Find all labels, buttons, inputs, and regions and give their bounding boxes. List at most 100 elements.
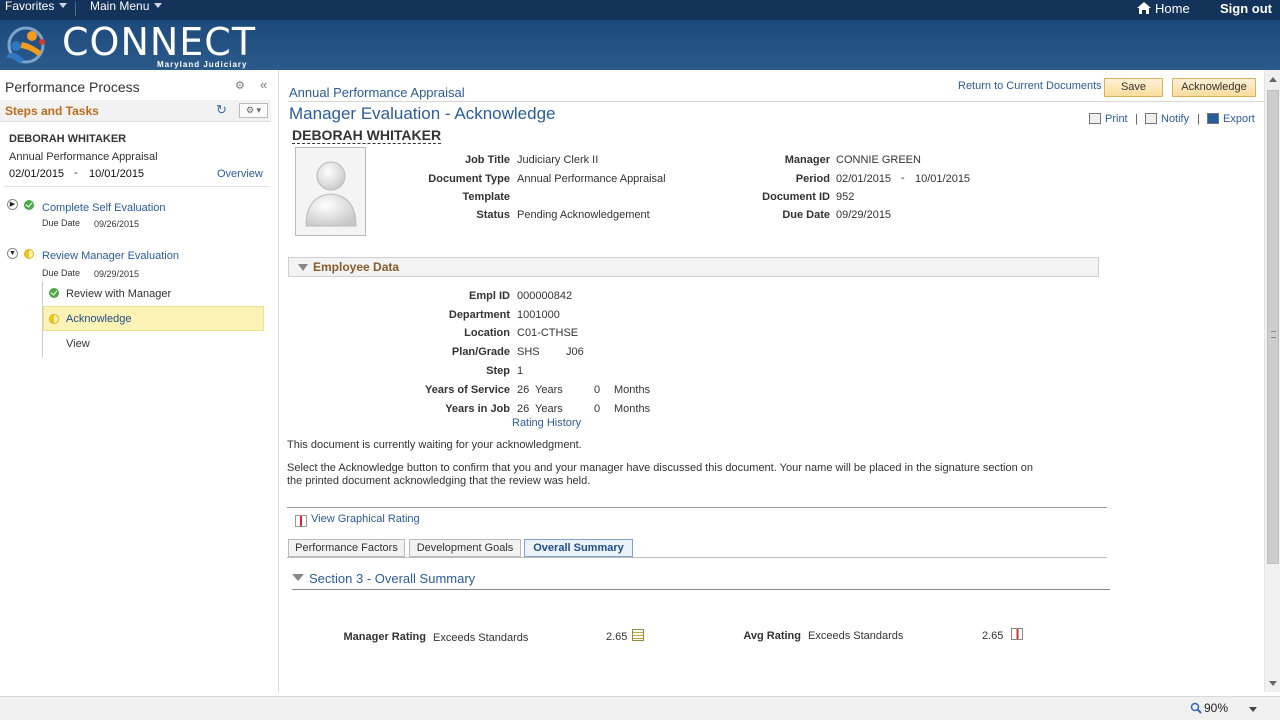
manager-label: Manager bbox=[784, 154, 830, 166]
location-label: Location bbox=[464, 327, 510, 339]
vertical-scrollbar[interactable] bbox=[1264, 70, 1280, 692]
connect-logo-icon bbox=[6, 26, 45, 64]
manager-rating-score: 2.65 bbox=[606, 631, 628, 643]
menu-divider bbox=[75, 2, 76, 16]
favorites-menu[interactable]: Favorites bbox=[5, 0, 68, 20]
steps-header-label: Steps and Tasks bbox=[5, 104, 99, 118]
avg-rating-score: 2.65 bbox=[982, 630, 1004, 642]
gear-icon[interactable]: ⚙ bbox=[235, 79, 245, 92]
home-link[interactable]: Home bbox=[1136, 1, 1190, 16]
section-title: Section 3 - Overall Summary bbox=[309, 571, 476, 586]
document-id-value: 952 bbox=[836, 191, 855, 203]
yij-months-value: 0 bbox=[594, 403, 601, 415]
logo-subtitle: Maryland Judiciary bbox=[157, 60, 248, 69]
collapse-step-icon[interactable]: ▼ bbox=[7, 248, 18, 259]
avg-rating-value: Exceeds Standards bbox=[808, 630, 904, 642]
sign-out-link[interactable]: Sign out bbox=[1220, 1, 1272, 16]
browser-status-bar: 90% bbox=[0, 696, 1280, 720]
zoom-control[interactable]: 90% bbox=[1190, 701, 1228, 715]
performance-process-panel: Performance Process ⚙ « Steps and Tasks … bbox=[0, 70, 279, 692]
printer-icon bbox=[1089, 113, 1101, 124]
grade-value: J06 bbox=[566, 346, 584, 358]
years-of-service-label: Years of Service bbox=[424, 384, 510, 396]
employee-data-section-header[interactable]: Employee Data bbox=[288, 257, 1099, 277]
divider bbox=[4, 186, 270, 187]
collapse-panel-icon[interactable]: « bbox=[260, 77, 267, 92]
complete-status-icon bbox=[49, 288, 59, 298]
scroll-down-icon[interactable] bbox=[1269, 681, 1277, 686]
word-document-icon bbox=[1207, 113, 1219, 124]
yij-years-unit: Years bbox=[535, 403, 563, 415]
step-complete-self-evaluation[interactable]: Complete Self Evaluation bbox=[42, 202, 166, 214]
divider bbox=[288, 101, 1264, 102]
due-date-label: Due Date bbox=[42, 218, 81, 228]
acknowledgment-status-message: This document is currently waiting for y… bbox=[287, 439, 582, 451]
due-date-value: 09/26/2015 bbox=[94, 219, 140, 229]
department-label: Department bbox=[448, 309, 510, 321]
rating-history-link[interactable]: Rating History bbox=[512, 417, 581, 429]
divider bbox=[292, 589, 1110, 590]
job-title-label: Job Title bbox=[464, 154, 510, 166]
tab-performance-factors[interactable]: Performance Factors bbox=[288, 539, 405, 557]
document-id-label: Document ID bbox=[762, 191, 830, 203]
zoom-icon bbox=[1190, 702, 1202, 714]
home-icon bbox=[1137, 2, 1151, 14]
acknowledgment-instructions: Select the Acknowledge button to confirm… bbox=[287, 462, 1034, 487]
due-date-value: 09/29/2015 bbox=[836, 209, 892, 221]
avg-rating-label: Avg Rating bbox=[743, 630, 801, 642]
manager-rating-label: Manager Rating bbox=[343, 631, 426, 643]
rating-details-icon[interactable] bbox=[632, 629, 644, 641]
save-button[interactable]: Save bbox=[1104, 78, 1163, 97]
employee-name-heading[interactable]: DEBORAH WHITAKER bbox=[292, 127, 442, 144]
logo-wordmark: CONNECT bbox=[62, 20, 257, 64]
employee-name: DEBORAH WHITAKER bbox=[9, 133, 127, 145]
document-type-label: Document Type bbox=[428, 173, 510, 185]
tab-overall-summary[interactable]: Overall Summary bbox=[524, 539, 633, 557]
yij-months-unit: Months bbox=[614, 403, 651, 415]
due-date-label: Due Date bbox=[42, 268, 81, 278]
scroll-up-icon[interactable] bbox=[1269, 77, 1277, 82]
divider: | bbox=[1135, 113, 1138, 125]
chevron-down-icon[interactable] bbox=[1249, 707, 1257, 712]
task-acknowledge[interactable]: Acknowledge bbox=[66, 313, 131, 325]
scrollbar-thumb[interactable] bbox=[1267, 90, 1279, 564]
refresh-icon[interactable]: ↻ bbox=[216, 102, 227, 118]
department-value: 1001000 bbox=[517, 309, 560, 321]
period-end-value: 10/01/2015 bbox=[915, 173, 971, 185]
main-menu[interactable]: Main Menu bbox=[90, 0, 163, 20]
yos-years-value: 26 bbox=[517, 384, 530, 396]
acknowledge-button[interactable]: Acknowledge bbox=[1172, 78, 1256, 97]
print-link[interactable]: Print bbox=[1089, 113, 1128, 125]
top-navigation-bar: Favorites Main Menu Home Sign out bbox=[0, 0, 1280, 20]
yos-years-unit: Years bbox=[535, 384, 563, 396]
divider: | bbox=[1197, 113, 1200, 125]
manager-rating-value: Exceeds Standards bbox=[433, 632, 529, 644]
person-avatar-icon bbox=[305, 161, 357, 227]
in-progress-status-icon bbox=[24, 249, 34, 259]
tab-development-goals[interactable]: Development Goals bbox=[409, 539, 521, 557]
period-start-value: 02/01/2015 bbox=[836, 173, 892, 185]
panel-title: Performance Process bbox=[5, 79, 140, 95]
return-to-current-documents-link[interactable]: Return to Current Documents bbox=[958, 80, 1102, 92]
view-graphical-rating-link[interactable]: View Graphical Rating bbox=[311, 513, 420, 525]
steps-options-button[interactable]: ⚙ ▾ bbox=[239, 103, 268, 118]
header-banner: CONNECT Maryland Judiciary bbox=[0, 20, 1280, 70]
period-end: 10/01/2015 bbox=[89, 168, 145, 180]
grip-icon bbox=[1271, 331, 1276, 338]
in-progress-status-icon bbox=[49, 314, 59, 324]
task-review-with-manager[interactable]: Review with Manager bbox=[66, 288, 171, 300]
expand-step-icon[interactable]: ▶ bbox=[7, 199, 18, 210]
export-link[interactable]: Export bbox=[1207, 113, 1255, 125]
complete-status-icon bbox=[24, 200, 34, 210]
envelope-icon bbox=[1145, 113, 1157, 124]
collapse-triangle-icon bbox=[298, 264, 308, 271]
overview-link[interactable]: Overview bbox=[217, 168, 263, 180]
notify-link[interactable]: Notify bbox=[1145, 113, 1189, 125]
collapse-triangle-icon[interactable] bbox=[292, 574, 304, 581]
step-review-manager-evaluation[interactable]: Review Manager Evaluation bbox=[42, 250, 179, 262]
empl-id-label: Empl ID bbox=[469, 290, 510, 302]
task-view[interactable]: View bbox=[66, 338, 90, 350]
yos-months-value: 0 bbox=[594, 384, 601, 396]
bar-chart-icon[interactable] bbox=[1011, 628, 1023, 640]
breadcrumb[interactable]: Annual Performance Appraisal bbox=[289, 85, 465, 100]
